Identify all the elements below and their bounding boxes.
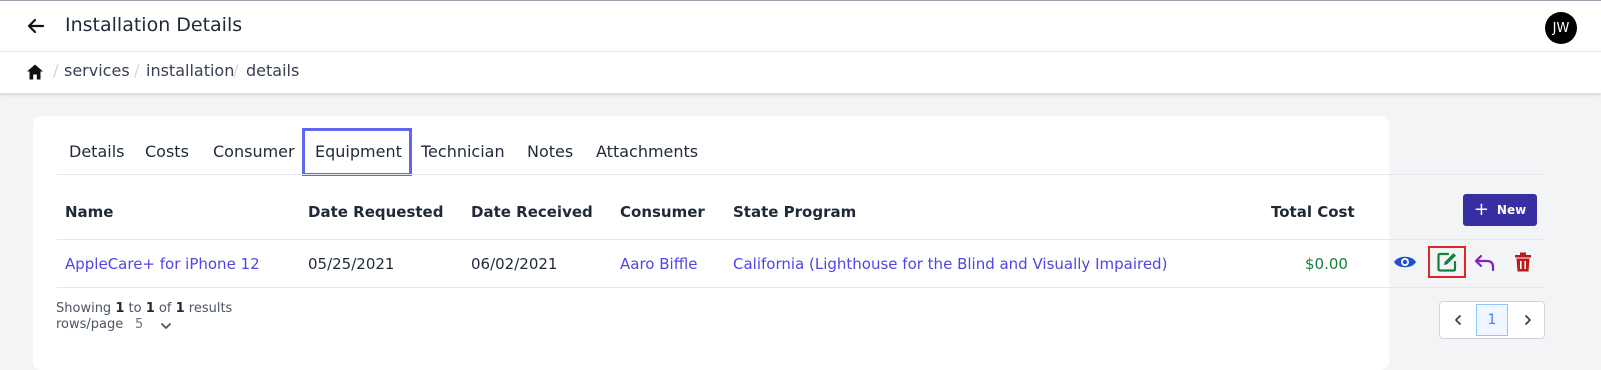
- new-button[interactable]: + New: [1463, 194, 1537, 226]
- tab-notes[interactable]: Notes: [527, 142, 573, 161]
- column-header-date-requested: Date Requested: [308, 203, 444, 221]
- arrow-left-icon[interactable]: [26, 16, 46, 36]
- table-divider: [57, 287, 1544, 288]
- chevron-left-icon: [1454, 315, 1461, 325]
- view-button[interactable]: [1393, 250, 1417, 274]
- pagination: 1: [1439, 301, 1545, 339]
- trash-icon: [1515, 252, 1531, 272]
- breadcrumb-separator: /: [233, 61, 239, 80]
- new-button-label: New: [1496, 203, 1527, 217]
- breadcrumb-separator: /: [134, 61, 140, 80]
- page-title: Installation Details: [65, 14, 243, 36]
- plus-icon: +: [1473, 199, 1489, 220]
- results-summary: Showing 1 to 1 of 1 results: [56, 301, 233, 316]
- avatar[interactable]: JW: [1545, 12, 1577, 44]
- breadcrumb: / services / installation / details: [0, 52, 1601, 93]
- breadcrumb-separator: /: [53, 61, 59, 80]
- home-icon[interactable]: [26, 63, 44, 81]
- column-header-total-cost: Total Cost: [1271, 203, 1355, 221]
- next-page-button[interactable]: [1510, 302, 1545, 338]
- tab-technician[interactable]: Technician: [421, 142, 505, 161]
- breadcrumb-item-services[interactable]: services: [64, 61, 130, 80]
- date-received-cell: 06/02/2021: [471, 255, 558, 273]
- column-header-date-received: Date Received: [471, 203, 593, 221]
- table-divider: [57, 239, 1544, 240]
- undo-button[interactable]: [1473, 250, 1497, 274]
- eye-icon: [1394, 256, 1416, 268]
- chevron-down-icon[interactable]: [160, 320, 172, 332]
- tab-consumer[interactable]: Consumer: [213, 142, 295, 161]
- rows-per-page-select[interactable]: 5: [135, 317, 143, 332]
- breadcrumb-item-details: details: [246, 61, 300, 80]
- edit-icon: [1437, 252, 1457, 272]
- undo-icon: [1474, 254, 1495, 272]
- edit-button[interactable]: [1435, 250, 1459, 274]
- column-header-consumer: Consumer: [620, 203, 705, 221]
- equipment-name-link[interactable]: AppleCare+ for iPhone 12: [65, 255, 260, 273]
- tab-attachments[interactable]: Attachments: [596, 142, 698, 161]
- page-number-button[interactable]: 1: [1476, 304, 1508, 336]
- tabs-divider: [57, 174, 1544, 175]
- tab-equipment[interactable]: Equipment: [315, 142, 402, 161]
- chevron-right-icon: [1524, 315, 1531, 325]
- top-bar: Installation Details JW: [0, 0, 1601, 52]
- column-header-state-program: State Program: [733, 203, 857, 221]
- date-requested-cell: 05/25/2021: [308, 255, 395, 273]
- tab-details[interactable]: Details: [69, 142, 124, 161]
- consumer-link[interactable]: Aaro Biffle: [620, 255, 697, 273]
- tab-costs[interactable]: Costs: [145, 142, 189, 161]
- delete-button[interactable]: [1511, 250, 1535, 274]
- total-cost-cell: $0.00: [1305, 255, 1348, 273]
- breadcrumb-item-installation[interactable]: installation: [146, 61, 234, 80]
- previous-page-button[interactable]: [1440, 302, 1475, 338]
- rows-per-page-label: rows/page: [56, 317, 124, 332]
- column-header-name: Name: [65, 203, 114, 221]
- state-program-link[interactable]: California (Lighthouse for the Blind and…: [733, 255, 1167, 273]
